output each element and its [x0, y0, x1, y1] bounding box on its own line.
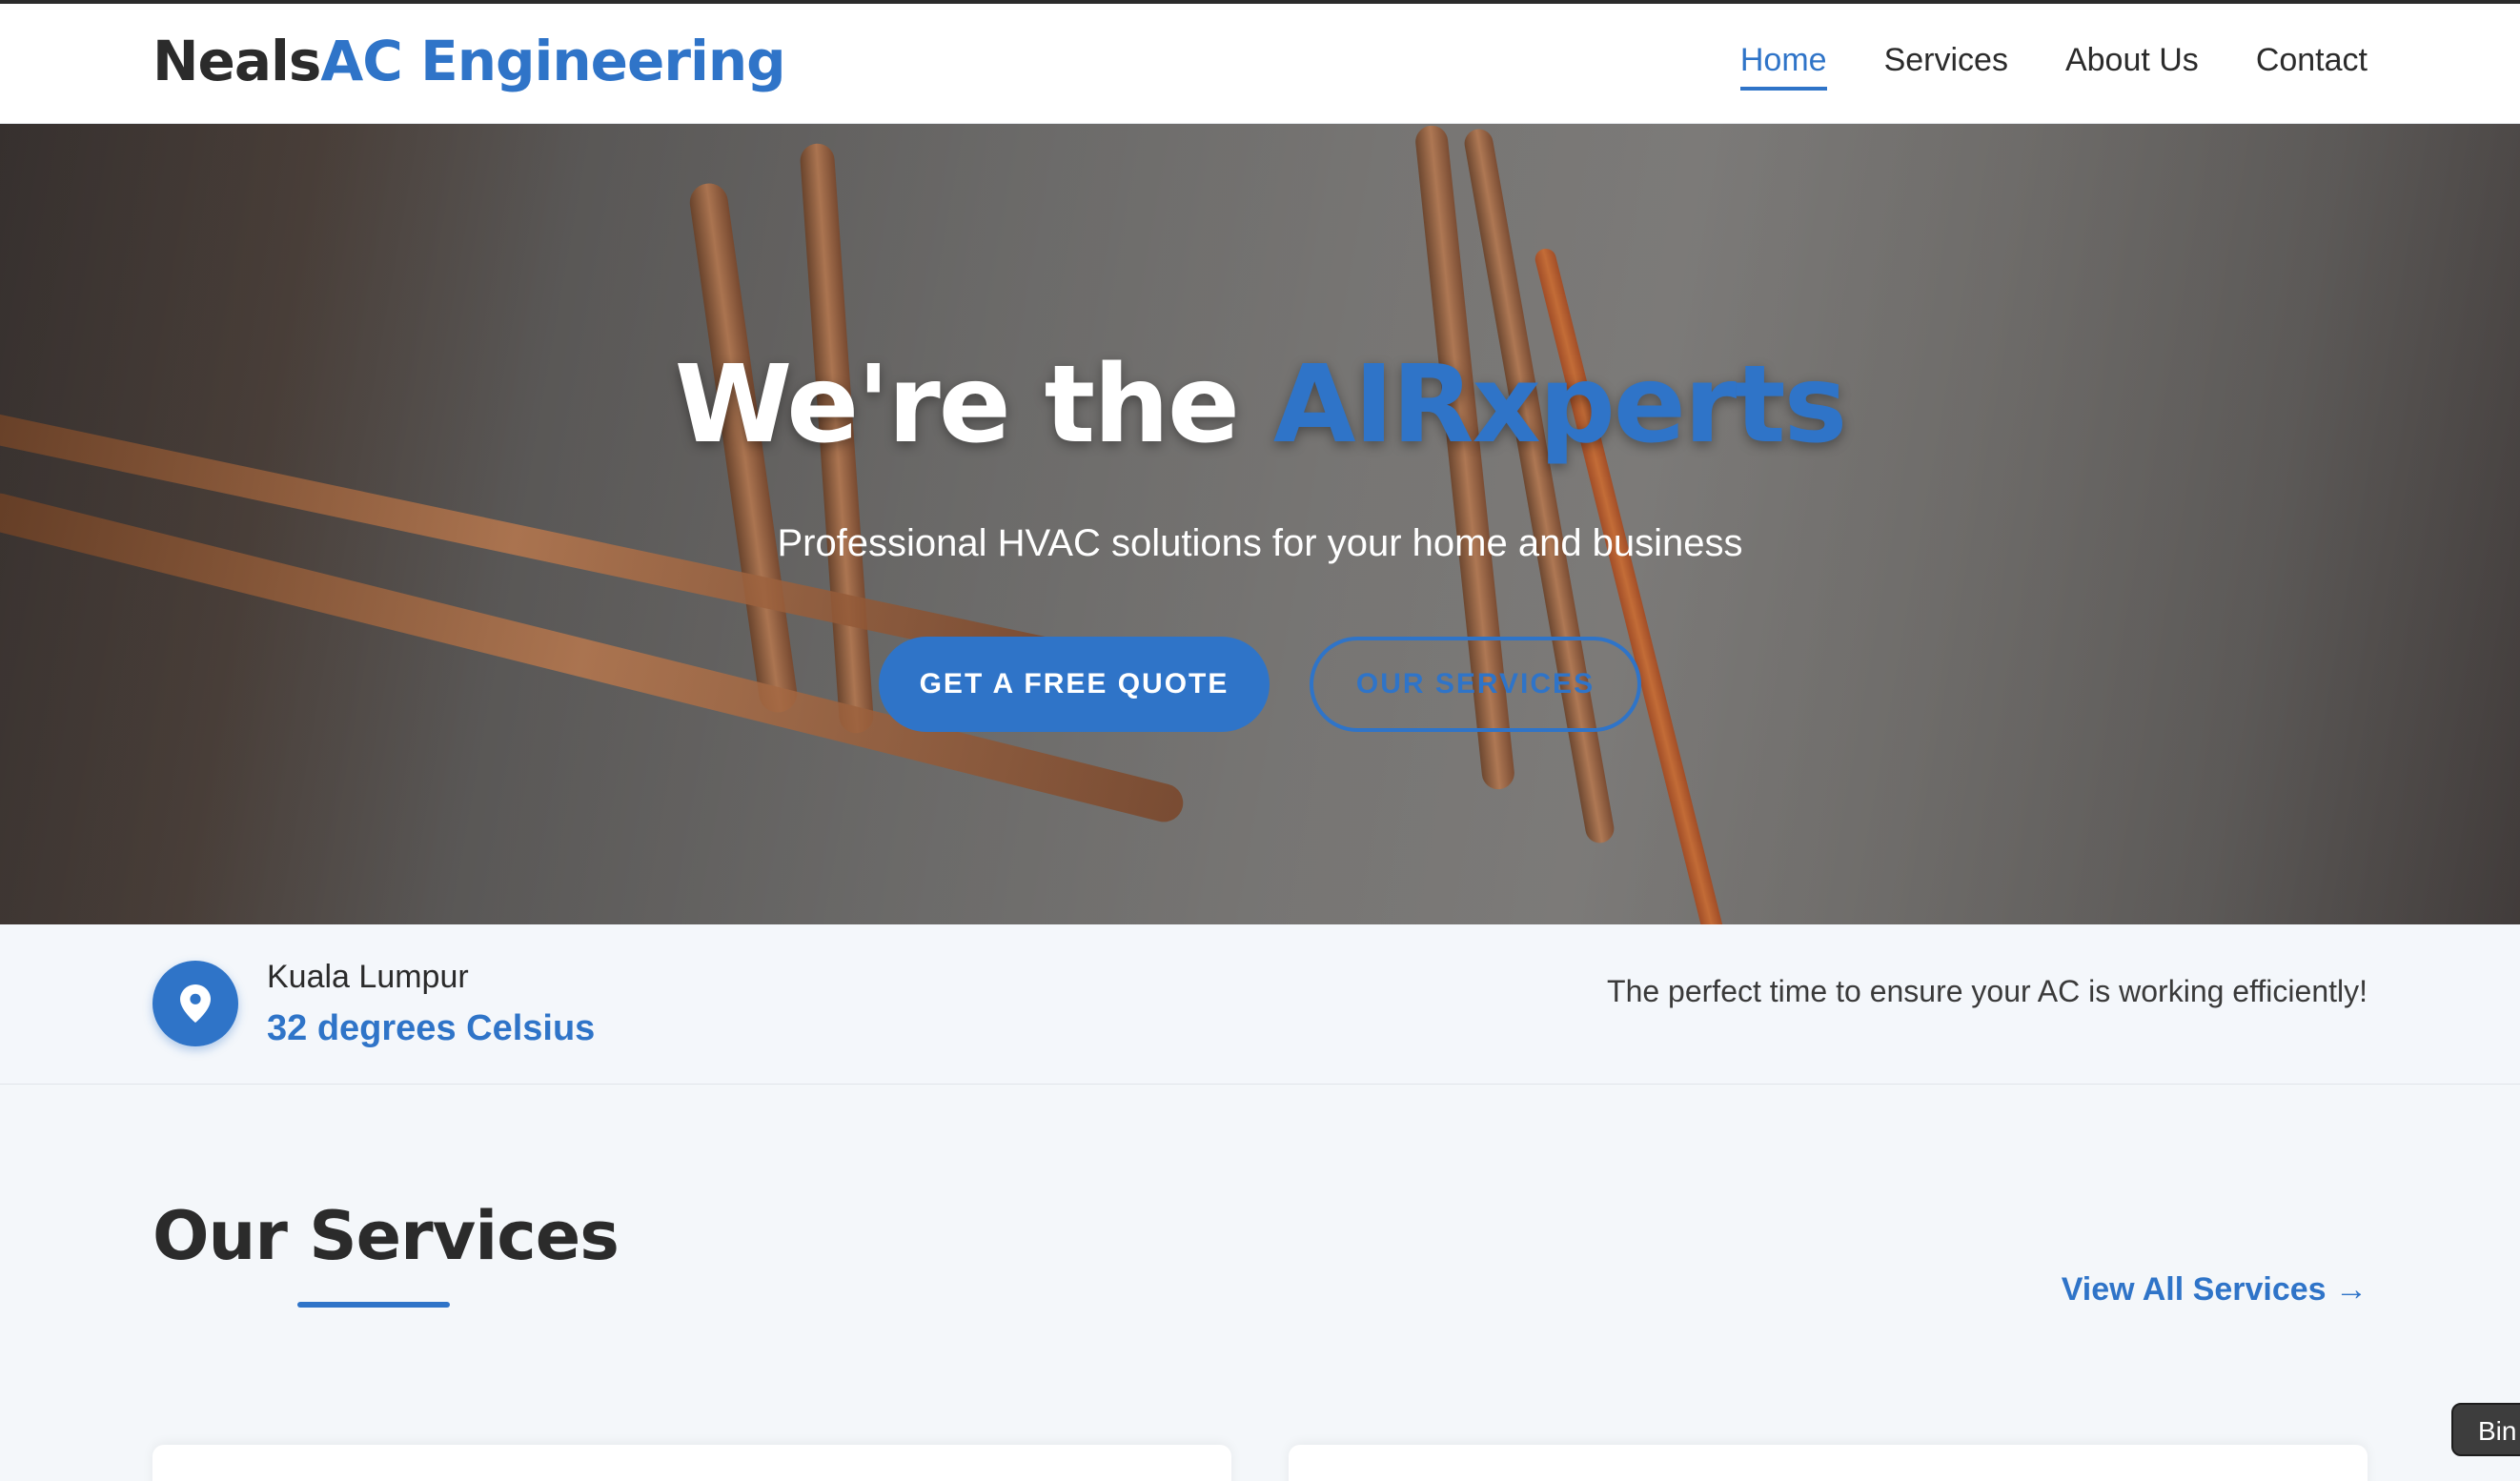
nav-item-services[interactable]: Services	[1884, 42, 2008, 91]
hero-subtitle: Professional HVAC solutions for your hom…	[777, 522, 1743, 564]
service-card[interactable]	[1289, 1445, 2368, 1481]
services-title-underline	[297, 1302, 450, 1308]
services-title: Our Services	[152, 1197, 620, 1275]
view-all-services-link[interactable]: View All Services →	[2062, 1271, 2368, 1309]
hero-title-prefix: We're the	[674, 343, 1273, 467]
service-card[interactable]	[152, 1445, 1231, 1481]
hero-section: We're the AIRxperts Professional HVAC so…	[0, 124, 2520, 924]
floating-tag[interactable]: Bin	[2451, 1403, 2520, 1456]
nav-item-contact[interactable]: Contact	[2256, 42, 2368, 91]
nav-item-about-us[interactable]: About Us	[2065, 42, 2199, 91]
weather-temperature: 32 degrees Celsius	[267, 1008, 596, 1048]
brand-name-secondary: AC Engineering	[320, 29, 785, 93]
hero-title: We're the AIRxperts	[0, 343, 2520, 467]
weather-city: Kuala Lumpur	[267, 959, 469, 995]
brand-logo[interactable]: NealsAC Engineering	[152, 29, 786, 93]
our-services-button[interactable]: OUR SERVICES	[1310, 637, 1641, 732]
services-section: Our Services View All Services →	[0, 1085, 2520, 1481]
site-header: NealsAC Engineering Home Services About …	[0, 4, 2520, 124]
weather-tip: The perfect time to ensure your AC is wo…	[1607, 974, 2368, 1008]
location-pin-icon	[152, 961, 238, 1046]
nav-item-home[interactable]: Home	[1739, 42, 1827, 91]
weather-strip: Kuala Lumpur 32 degrees Celsius The perf…	[0, 924, 2520, 1085]
main-nav: Home Services About Us Contact	[1739, 42, 2368, 91]
brand-name-primary: Neals	[152, 29, 321, 93]
hero-title-accent: AIRxperts	[1272, 343, 1847, 467]
get-free-quote-button[interactable]: GET A FREE QUOTE	[879, 637, 1270, 732]
